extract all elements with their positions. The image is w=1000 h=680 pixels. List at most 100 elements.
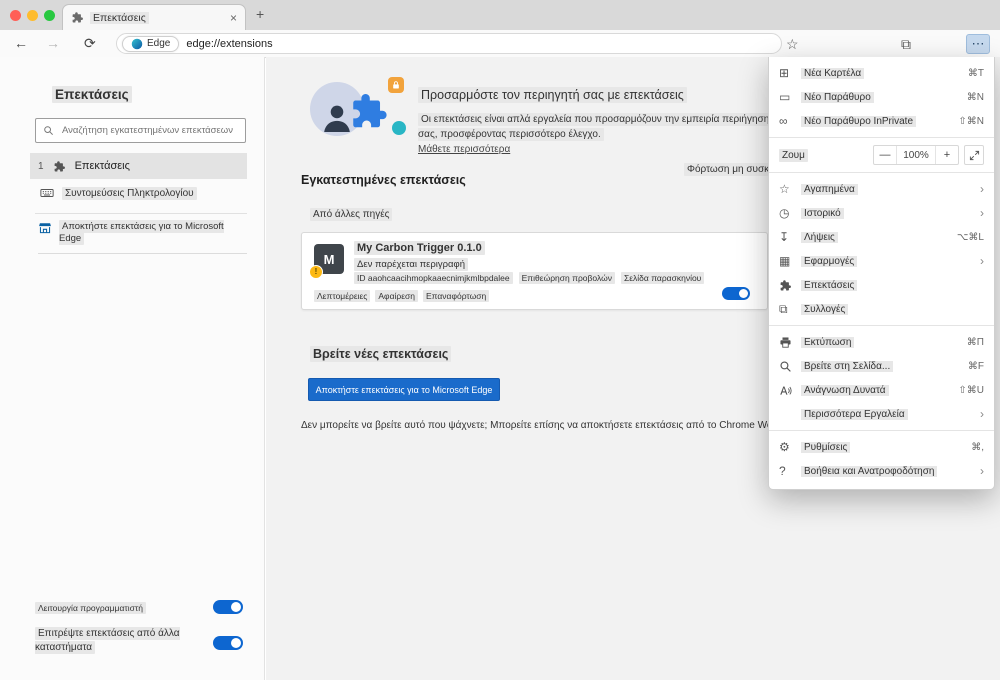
downloads-icon: ↧	[779, 230, 790, 244]
extension-id: ID aaohcaacihmopkaaecnimjkmlbpdalee	[354, 272, 513, 284]
new-tab-button[interactable]: +	[256, 6, 264, 22]
menu-item-collections[interactable]: ⧉ Συλλογές	[769, 297, 994, 321]
new-tab-icon: ⊞	[779, 66, 790, 80]
tab-close-icon[interactable]: ×	[230, 12, 237, 24]
sidebar-item-label: Επεκτάσεις	[74, 160, 130, 172]
lock-badge-icon	[388, 77, 404, 93]
zoom-in-button[interactable]: +	[936, 146, 958, 164]
tab-title: Επεκτάσεις	[90, 11, 149, 24]
collections-icon: ⧉	[779, 302, 788, 316]
menu-item-label: Ανάγνωση Δυνατά	[801, 384, 889, 396]
allow-other-stores-label: Επιτρέψτε επεκτάσεις από άλλα καταστήματ…	[35, 627, 180, 654]
extension-card: M ! My Carbon Trigger 0.1.0 Δεν παρέχετα…	[301, 232, 768, 310]
developer-mode-row: Λειτουργία προγραμματιστή	[35, 600, 247, 616]
extensions-search-input[interactable]	[60, 124, 238, 137]
fullscreen-button[interactable]	[964, 145, 984, 165]
background-page-link[interactable]: Σελίδα παρασκηνίου	[621, 272, 705, 284]
menu-item-label: Επεκτάσεις	[801, 279, 858, 291]
menu-item-more-tools[interactable]: Περισσότερα Εργαλεία ›	[769, 402, 994, 426]
extensions-sidebar: Επεκτάσεις 1 Επεκτάσεις Συντομεύσεις Πλη…	[0, 57, 265, 680]
back-button[interactable]: ←	[14, 34, 28, 52]
sidebar-item-keyboard-shortcuts[interactable]: Συντομεύσεις Πληκτρολογίου	[40, 186, 197, 200]
menu-item-new-tab[interactable]: ⊞ Νέα Καρτέλα ⌘T	[769, 61, 994, 85]
get-extensions-label: Αποκτήστε επεκτάσεις για το Microsoft Ed…	[59, 220, 224, 246]
menu-divider	[769, 325, 994, 326]
menu-item-new-inprivate-window[interactable]: ∞ Νέο Παράθυρο InPrivate ⇧⌘N	[769, 109, 994, 133]
extension-name: My Carbon Trigger 0.1.0	[354, 241, 485, 255]
reload-button[interactable]: Επαναφόρτωση	[422, 290, 490, 302]
menu-item-history[interactable]: ◷ Ιστορικό ›	[769, 201, 994, 225]
browser-menu: ⊞ Νέα Καρτέλα ⌘T ▭ Νέο Παράθυρο ⌘N ∞ Νέο…	[768, 57, 995, 490]
store-icon	[38, 221, 52, 235]
inprivate-icon: ∞	[779, 114, 788, 128]
inspect-views-link[interactable]: Επιθεώρηση προβολών	[518, 272, 615, 284]
maximize-window-button[interactable]	[44, 10, 55, 21]
menu-item-settings[interactable]: ⚙ Ρυθμίσεις ⌘,	[769, 435, 994, 459]
menu-shortcut: ⇧⌘U	[958, 384, 984, 396]
submenu-arrow-icon: ›	[980, 182, 984, 196]
sidebar-item-label: Συντομεύσεις Πληκτρολογίου	[62, 186, 197, 200]
learn-more-link[interactable]: Μάθετε περισσότερα	[418, 144, 510, 155]
hero-illustration	[310, 77, 410, 143]
menu-shortcut: ⌘T	[967, 67, 984, 79]
allow-other-stores-toggle[interactable]	[213, 636, 243, 650]
settings-and-more-button[interactable]: ⋯	[966, 34, 990, 54]
menu-item-downloads[interactable]: ↧ Λήψεις ⌥⌘L	[769, 225, 994, 249]
star-icon: ☆	[779, 182, 790, 196]
browser-window: Επεκτάσεις × + ← → ⟳ Edge edge://extensi…	[0, 0, 1000, 680]
menu-item-new-window[interactable]: ▭ Νέο Παράθυρο ⌘N	[769, 85, 994, 109]
zoom-out-button[interactable]: —	[874, 146, 896, 164]
puzzle-illustration-icon	[348, 90, 390, 132]
menu-item-read-aloud[interactable]: Ανάγνωση Δυνατά ⇧⌘U	[769, 378, 994, 402]
menu-item-label: Βρείτε στη Σελίδα...	[801, 360, 894, 372]
remove-button[interactable]: Αφαίρεση	[375, 290, 418, 302]
hero-body: Οι επεκτάσεις είναι απλά εργαλεία που πρ…	[418, 113, 775, 141]
menu-item-favorites[interactable]: ☆ Αγαπημένα ›	[769, 177, 994, 201]
details-button[interactable]: Λεπτομέρειες	[314, 290, 371, 302]
extension-enabled-toggle[interactable]	[722, 287, 750, 300]
hero-title: Προσαρμόστε τον περιηγητή σας με επεκτάσ…	[418, 87, 687, 103]
menu-item-label: Αγαπημένα	[801, 183, 858, 195]
installed-extensions-title: Εγκατεστημένες επεκτάσεις	[301, 173, 466, 187]
sidebar-divider	[35, 213, 247, 214]
edge-site-badge: Edge	[122, 35, 180, 52]
puzzle-favicon-icon	[71, 11, 84, 24]
submenu-arrow-icon: ›	[980, 407, 984, 421]
collections-icon[interactable]: ⧉	[901, 36, 911, 52]
address-bar[interactable]: Edge edge://extensions	[116, 33, 782, 54]
menu-item-label: Εκτύπωση	[801, 336, 855, 348]
get-extensions-cta-button[interactable]: Αποκτήστε επεκτάσεις για το Microsoft Ed…	[308, 378, 500, 401]
edge-logo-icon	[131, 38, 143, 49]
menu-item-help-and-feedback[interactable]: ? Βοήθεια και Ανατροφοδότηση ›	[769, 459, 994, 483]
add-favorite-button[interactable]: ☆	[786, 36, 799, 52]
menu-shortcut: ⌥⌘L	[956, 231, 984, 243]
toolbar: ← → ⟳ Edge edge://extensions ☆ ⧉ ⋯	[0, 30, 1000, 82]
menu-item-find-on-page[interactable]: Βρείτε στη Σελίδα... ⌘F	[769, 354, 994, 378]
sidebar-title: Επεκτάσεις	[52, 86, 132, 103]
menu-item-apps[interactable]: ▦ Εφαρμογές ›	[769, 249, 994, 273]
apps-icon: ▦	[779, 254, 791, 268]
menu-shortcut: ⌘F	[967, 360, 984, 372]
chrome-web-store-note: Δεν μπορείτε να βρείτε αυτό που ψάχνετε;…	[301, 420, 801, 431]
refresh-button[interactable]: ⟳	[84, 34, 96, 52]
find-new-extensions-title: Βρείτε νέες επεκτάσεις	[310, 346, 452, 362]
help-icon: ?	[779, 464, 786, 478]
tab-extensions[interactable]: Επεκτάσεις ×	[62, 4, 246, 30]
minimize-window-button[interactable]	[27, 10, 38, 21]
close-window-button[interactable]	[10, 10, 21, 21]
menu-shortcut: ⌘N	[966, 91, 984, 103]
gear-icon: ⚙	[779, 440, 790, 454]
menu-item-print[interactable]: Εκτύπωση ⌘Π	[769, 330, 994, 354]
submenu-arrow-icon: ›	[980, 464, 984, 478]
print-icon	[779, 336, 801, 349]
developer-mode-toggle[interactable]	[213, 600, 243, 614]
sidebar-item-extensions[interactable]: 1 Επεκτάσεις	[30, 153, 247, 179]
menu-item-extensions[interactable]: Επεκτάσεις	[769, 273, 994, 297]
find-icon	[779, 360, 801, 373]
extensions-search-box[interactable]	[35, 118, 246, 143]
extension-description: Δεν παρέχεται περιγραφή	[354, 258, 468, 271]
puzzle-icon	[779, 279, 801, 292]
forward-button[interactable]: →	[46, 34, 60, 52]
get-extensions-link[interactable]: Αποκτήστε επεκτάσεις για το Microsoft Ed…	[38, 220, 247, 254]
read-aloud-icon	[779, 384, 801, 397]
